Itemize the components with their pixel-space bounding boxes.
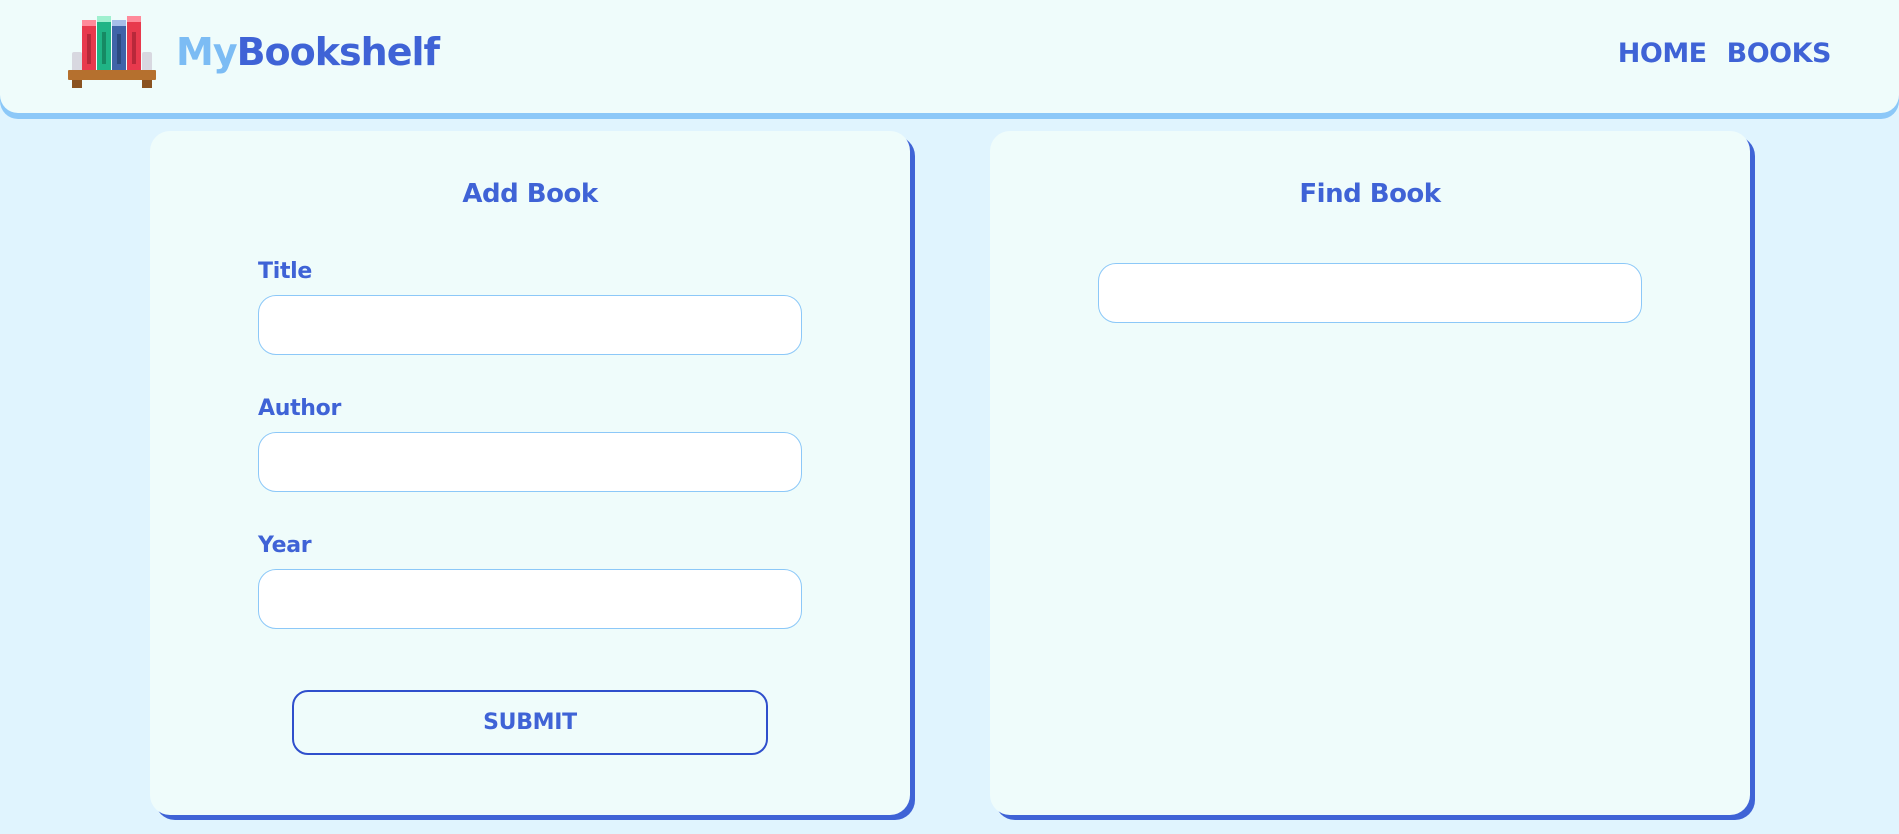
find-book-search-input[interactable] bbox=[1098, 263, 1642, 323]
brand-my: My bbox=[176, 30, 238, 74]
bookshelf-icon bbox=[68, 16, 156, 88]
find-book-card: Find Book bbox=[990, 131, 1750, 815]
year-label: Year bbox=[258, 533, 312, 558]
year-input[interactable] bbox=[258, 569, 802, 629]
find-book-title: Find Book bbox=[1299, 179, 1441, 209]
nav-home-link[interactable]: HOME bbox=[1618, 38, 1707, 69]
title-input[interactable] bbox=[258, 295, 802, 355]
add-book-card: Add Book Title Author Year SUBMIT bbox=[150, 131, 910, 815]
brand-name: MyBookshelf bbox=[176, 30, 440, 74]
brand-bookshelf: Bookshelf bbox=[236, 30, 440, 74]
submit-button[interactable]: SUBMIT bbox=[292, 690, 768, 755]
top-navbar: MyBookshelf HOME BOOKS bbox=[0, 0, 1899, 113]
author-label: Author bbox=[258, 396, 342, 421]
author-input[interactable] bbox=[258, 432, 802, 492]
main-nav: HOME BOOKS bbox=[1618, 38, 1832, 69]
nav-books-link[interactable]: BOOKS bbox=[1727, 38, 1832, 69]
add-book-title: Add Book bbox=[462, 179, 598, 209]
title-label: Title bbox=[258, 259, 313, 284]
